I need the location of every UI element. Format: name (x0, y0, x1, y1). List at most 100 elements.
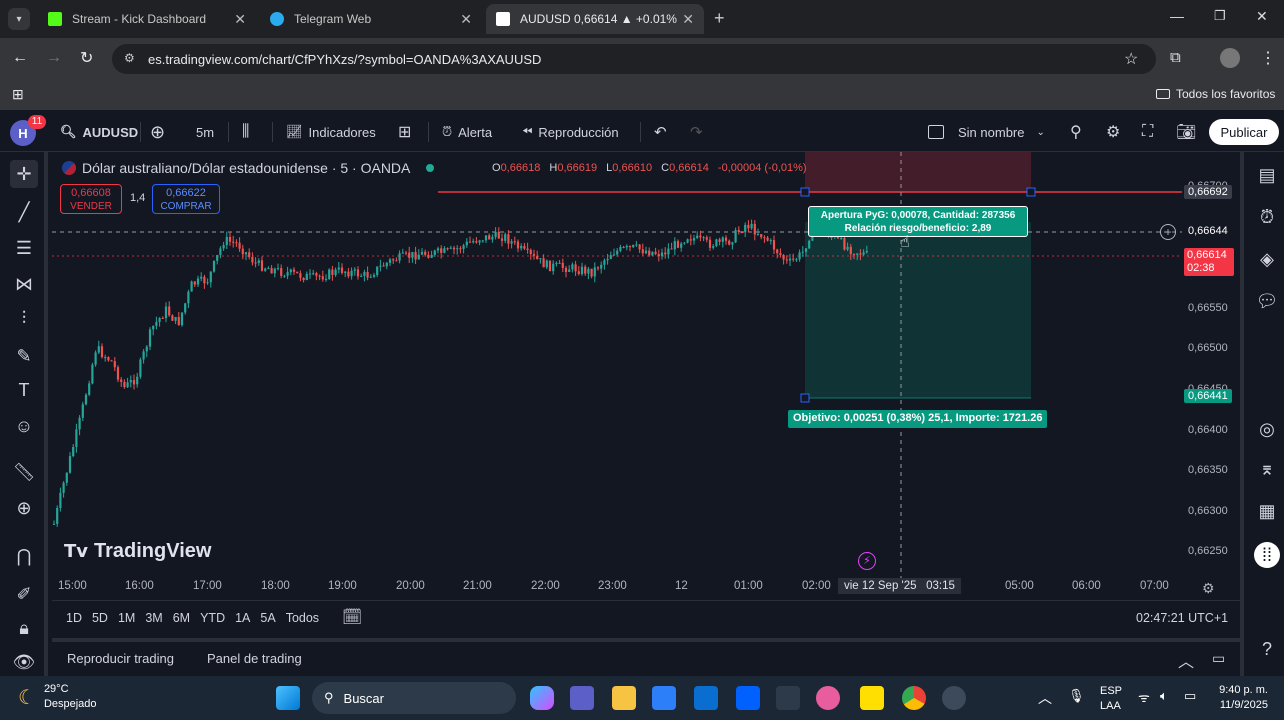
date-range-calendar-icon[interactable]: 🗓︎ (342, 607, 362, 627)
mic-icon[interactable]: 🎙︎ (1068, 688, 1085, 704)
close-icon[interactable]: ✕ (234, 11, 246, 28)
range-ytd[interactable]: YTD (200, 611, 225, 625)
range-5y[interactable]: 5A (260, 611, 275, 625)
pattern-icon[interactable]: ⋈ (10, 270, 38, 298)
tab-tradingview[interactable]: AUDUSD 0,66614 ▲ +0.01% Si ✕ (486, 4, 704, 34)
layers-icon[interactable]: ◈ (1254, 246, 1280, 272)
sell-button[interactable]: 0,66608 VENDER (60, 184, 122, 214)
chrome-icon[interactable] (902, 686, 926, 710)
range-all[interactable]: Todos (286, 611, 319, 625)
app-bolt-icon[interactable] (776, 686, 800, 710)
templates-button[interactable]: ⊞ (398, 112, 411, 152)
tab-telegram[interactable]: Telegram Web ✕ (260, 4, 482, 34)
app-ball-icon[interactable] (816, 686, 840, 710)
menu-icon[interactable]: ⋮ (1260, 48, 1276, 68)
settings-button[interactable]: ⚙ (1106, 112, 1120, 152)
stop-zone[interactable] (805, 152, 1031, 192)
signal-icon[interactable]: ⌆ (1254, 456, 1280, 482)
publish-button[interactable]: Publicar (1209, 119, 1279, 145)
time-axis[interactable]: 15:00 16:00 17:00 18:00 19:00 20:00 21:0… (52, 578, 1182, 600)
app-notify-icon[interactable] (942, 686, 966, 710)
range-1m[interactable]: 1M (118, 611, 135, 625)
close-window-icon[interactable]: ✕ (1256, 8, 1268, 25)
range-3m[interactable]: 3M (145, 611, 162, 625)
extensions-icon[interactable]: ⧉ (1170, 49, 1181, 66)
star-icon[interactable]: ☆ (1124, 49, 1138, 69)
system-clock[interactable]: 9:40 p. m. 11/9/2025 (1212, 683, 1268, 713)
file-explorer-icon[interactable] (612, 686, 636, 710)
brush-icon[interactable]: ✎ (10, 342, 38, 370)
range-6m[interactable]: 6M (173, 611, 190, 625)
fullscreen-button[interactable]: ⛶ (1142, 112, 1153, 152)
tray-chevron-icon[interactable]: ︿ (1038, 688, 1052, 708)
chat-icon[interactable]: 💬︎ (1254, 288, 1280, 314)
volume-icon[interactable]: 🔈︎ (1160, 688, 1168, 704)
lock-icon[interactable]: 🔒︎ (10, 614, 38, 642)
maximize-icon[interactable]: ❐ (1214, 8, 1226, 24)
price-axis[interactable]: 0,66700 0,66550 0,66500 0,66450 0,66400 … (1182, 152, 1240, 578)
magnet-icon[interactable]: ⋂ (10, 542, 38, 570)
wifi-icon[interactable]: ᯤ (1138, 688, 1150, 706)
eye-icon[interactable]: 👁︎ (10, 648, 38, 676)
prediction-icon[interactable]: ⫶ (10, 304, 38, 332)
close-icon[interactable]: ✕ (682, 11, 694, 28)
watchlist-icon[interactable]: ▤ (1254, 162, 1280, 188)
range-5d[interactable]: 5D (92, 611, 108, 625)
text-icon[interactable]: T (10, 376, 38, 404)
back-icon[interactable]: ← (12, 49, 28, 67)
replay-button[interactable]: ⏪︎ Reproducción (522, 112, 619, 152)
tab-kick[interactable]: Stream - Kick Dashboard ✕ (38, 4, 256, 34)
emoji-icon[interactable]: ☺ (10, 412, 38, 440)
chart-type-button[interactable]: ⫼ (242, 112, 249, 152)
windows-start-icon[interactable] (276, 686, 300, 710)
chart-pane[interactable]: Dólar australiano/Dólar estadounidense ·… (52, 152, 1240, 600)
trading-panel-tab[interactable]: Panel de trading (207, 651, 302, 666)
range-1d[interactable]: 1D (66, 611, 82, 625)
axis-settings-icon[interactable]: ⚙ (1202, 580, 1215, 597)
interval-button[interactable]: 5m (196, 112, 214, 152)
target-zone[interactable] (805, 222, 1031, 398)
taskbar-search[interactable]: ⚲ Buscar (312, 682, 516, 714)
undo-button[interactable]: ↶ (654, 112, 667, 152)
compare-symbol-button[interactable]: ⊕ (150, 112, 165, 152)
maximize-panel-icon[interactable]: ▭ (1212, 650, 1225, 667)
teams-icon[interactable] (570, 686, 594, 710)
buy-button[interactable]: 0,66622 COMPRAR (152, 184, 220, 214)
open-pnl-label[interactable]: Apertura PyG: 0,00078, Cantidad: 287356 … (808, 206, 1028, 237)
alerts-icon[interactable]: ⏰︎ (1254, 204, 1280, 230)
handle-top-right[interactable] (1026, 187, 1036, 197)
help-icon[interactable]: ? (1254, 636, 1280, 662)
indicators-button[interactable]: 📈︎ Indicadores (286, 112, 376, 152)
trendline-icon[interactable]: ╱ (10, 198, 38, 226)
close-icon[interactable]: ✕ (460, 11, 472, 28)
quick-search-button[interactable]: ⚲ (1070, 112, 1082, 152)
handle-top-left[interactable] (800, 187, 810, 197)
price-chart[interactable] (52, 152, 1240, 600)
range-1y[interactable]: 1A (235, 611, 250, 625)
ruler-icon[interactable]: 📏︎ (10, 458, 38, 486)
lock-drawing-icon[interactable]: ✐ (10, 580, 38, 608)
profile-icon[interactable] (1220, 48, 1240, 68)
exness-icon[interactable] (860, 686, 884, 710)
target-label[interactable]: Objetivo: 0,00251 (0,38%) 25,1, Importe:… (788, 410, 1048, 428)
language-indicator[interactable]: ESP LAA (1100, 684, 1122, 714)
new-tab-icon[interactable]: + (714, 8, 725, 29)
minimize-icon[interactable]: — (1170, 8, 1184, 24)
symbol-search-button[interactable]: 🔍︎ AUDUSD (60, 112, 138, 152)
alert-button[interactable]: ⏰︎ Alerta (442, 112, 492, 152)
all-bookmarks[interactable]: Todos los favoritos (1156, 87, 1275, 101)
apps-icon[interactable]: ⊞ (12, 86, 24, 103)
calendar-icon[interactable]: ▦ (1254, 498, 1280, 524)
utc-clock[interactable]: 02:47:21 UTC+1 (1136, 611, 1228, 625)
copilot-icon[interactable] (530, 686, 554, 710)
snapshot-button[interactable]: 📷︎ (1176, 112, 1196, 152)
tab-search-button[interactable]: ▾ (8, 8, 30, 30)
replay-trading-tab[interactable]: Reproducir trading (67, 651, 174, 666)
mail-icon[interactable] (694, 686, 718, 710)
url-input[interactable]: ⚙ es.tradingview.com/chart/CfPYhXzs/?sym… (112, 44, 1156, 74)
target-icon[interactable]: ◎ (1254, 416, 1280, 442)
weather-widget[interactable]: ☾ 29°C Despejado (18, 682, 97, 712)
site-info-icon[interactable]: ⚙ (124, 51, 135, 65)
handle-bottom-left[interactable] (800, 393, 810, 403)
layout-name-button[interactable]: Sin nombre ⌄ (928, 112, 1045, 152)
